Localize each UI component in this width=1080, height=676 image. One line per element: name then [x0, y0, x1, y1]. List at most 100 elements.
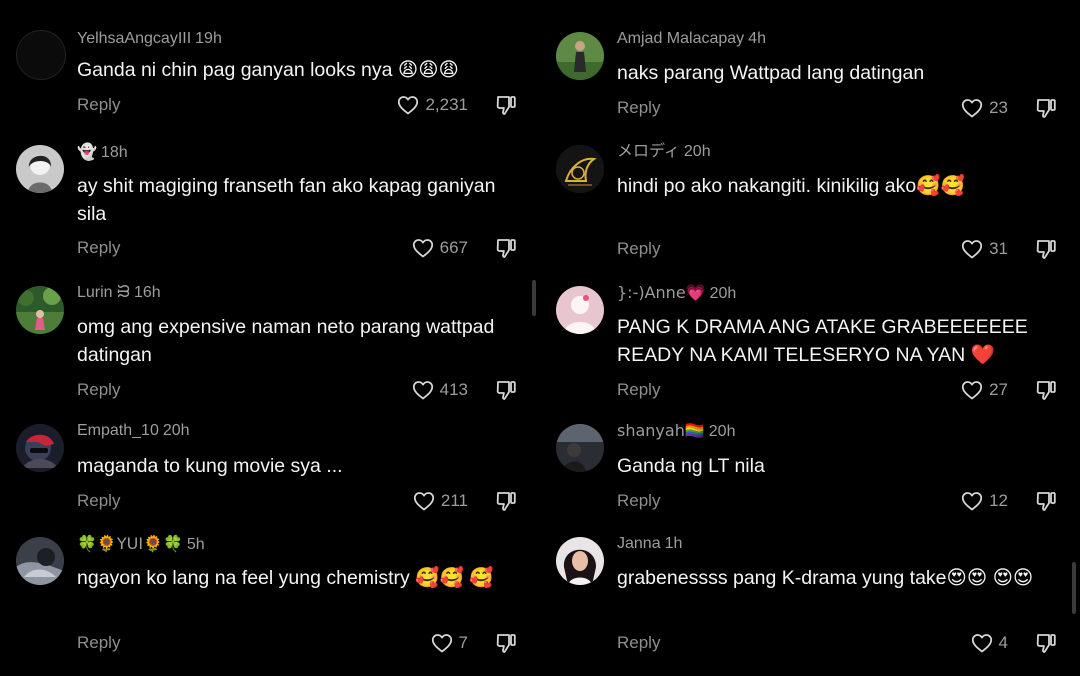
dislike-icon[interactable]	[1034, 489, 1058, 513]
comment-actions: Reply 27	[617, 378, 1062, 402]
username[interactable]: 🍀🌻YUI🌻🍀	[77, 534, 183, 553]
reply-button[interactable]: Reply	[617, 237, 660, 261]
comment-meta: Lurin ᙣ 16h	[77, 282, 161, 304]
reply-button[interactable]: Reply	[617, 631, 660, 655]
like-count: 23	[989, 98, 1008, 117]
left-comment-column: YelhsaAngcayIII 19h Ganda ni chin pag gan…	[0, 0, 540, 676]
reply-button[interactable]: Reply	[77, 93, 120, 117]
like-count: 2,231	[425, 95, 468, 114]
dislike-icon[interactable]	[1034, 378, 1058, 402]
like-button[interactable]: 211	[412, 489, 468, 513]
avatar[interactable]	[556, 32, 604, 80]
timestamp: 4h	[748, 30, 766, 47]
comment-meta: Amjad Malacapay 4h	[617, 28, 766, 50]
right-scrollbar[interactable]	[1072, 562, 1076, 614]
comment-actions: Reply 667	[77, 236, 522, 260]
like-count: 7	[458, 633, 468, 652]
like-button[interactable]: 4	[970, 631, 1008, 655]
comment-actions: Reply 12	[617, 489, 1062, 513]
left-scrollbar[interactable]	[532, 280, 536, 316]
dislike-icon[interactable]	[494, 93, 518, 117]
like-button[interactable]: 23	[960, 96, 1008, 120]
heart-icon	[971, 634, 992, 653]
username[interactable]: Empath_10	[77, 422, 159, 439]
avatar[interactable]	[556, 286, 604, 334]
dislike-icon[interactable]	[494, 378, 518, 402]
reply-button[interactable]: Reply	[77, 631, 120, 655]
comment-text: hindi po ako nakangiti. kinikilig ako🥰🥰	[617, 175, 965, 197]
reply-button[interactable]: Reply	[617, 489, 660, 513]
like-count: 211	[440, 491, 468, 510]
username[interactable]: Janna	[617, 535, 661, 552]
comment-text: ay shit magiging franseth fan ako kapag …	[77, 175, 496, 225]
avatar[interactable]	[16, 537, 64, 585]
heart-icon	[431, 634, 452, 653]
comment-actions: Reply 7	[77, 631, 522, 655]
reply-button[interactable]: Reply	[77, 378, 120, 402]
heart-icon	[961, 99, 983, 118]
like-count: 667	[439, 238, 468, 257]
dislike-icon[interactable]	[1034, 631, 1058, 655]
timestamp: 20h	[683, 143, 711, 160]
comment-text: ngayon ko lang na feel yung chemistry 🥰🥰…	[77, 567, 494, 589]
comment-meta: Empath_10 20h	[77, 420, 190, 442]
heart-icon	[412, 381, 433, 400]
dislike-icon[interactable]	[1034, 96, 1058, 120]
heart-icon	[413, 492, 434, 511]
comment-actions: Reply 2,231	[77, 93, 522, 117]
like-count: 413	[439, 380, 468, 399]
avatar[interactable]	[16, 424, 64, 472]
reply-button[interactable]: Reply	[77, 489, 120, 513]
avatar[interactable]	[16, 286, 64, 334]
timestamp: 5h	[186, 536, 205, 553]
dislike-icon[interactable]	[494, 236, 518, 260]
reply-button[interactable]: Reply	[617, 96, 660, 120]
username[interactable]: Amjad Malacapay	[617, 30, 744, 47]
avatar[interactable]	[16, 145, 64, 193]
comment-actions: Reply 23	[617, 96, 1062, 120]
like-count: 27	[989, 380, 1008, 399]
heart-icon	[398, 96, 419, 115]
timestamp: 16h	[133, 284, 161, 301]
reply-button[interactable]: Reply	[617, 378, 660, 402]
avatar[interactable]	[16, 30, 66, 80]
comment-text: Ganda ni chin pag ganyan looks nya 😩😩😩	[77, 59, 459, 81]
avatar[interactable]	[556, 424, 604, 472]
heart-icon	[412, 239, 433, 258]
comment-text: naks parang Wattpad lang datingan	[617, 62, 925, 84]
like-button[interactable]: 667	[411, 236, 468, 260]
heart-icon	[961, 492, 983, 511]
dislike-icon[interactable]	[494, 489, 518, 513]
username[interactable]: 👻	[77, 142, 97, 161]
comment-actions: Reply 31	[617, 237, 1062, 261]
heart-icon	[961, 381, 983, 400]
username[interactable]: YelhsaAngcayIII	[77, 30, 191, 47]
avatar[interactable]	[556, 145, 604, 193]
like-button[interactable]: 2,231	[396, 93, 468, 117]
comment-text: grabenessss pang K-drama yung take😍😍 😍😍	[617, 567, 1034, 589]
like-button[interactable]: 413	[411, 378, 468, 402]
timestamp: 19h	[195, 30, 222, 47]
heart-icon	[961, 240, 983, 259]
dislike-icon[interactable]	[494, 631, 518, 655]
like-button[interactable]: 27	[960, 378, 1008, 402]
username[interactable]: }:-)Anne💗	[617, 283, 706, 302]
like-button[interactable]: 7	[430, 631, 468, 655]
like-button[interactable]: 31	[960, 237, 1008, 261]
right-comment-column: Amjad Malacapay 4h naks parang Wattpad la…	[540, 0, 1080, 676]
timestamp: 20h	[162, 422, 190, 439]
username[interactable]: shanyah🏳️‍🌈	[617, 421, 705, 440]
username[interactable]: Lurin ᙣ	[77, 284, 130, 301]
timestamp: 20h	[708, 423, 736, 440]
comment-text: Ganda ng LT nila	[617, 455, 765, 477]
comment-actions: Reply 413	[77, 378, 522, 402]
comment-meta: }:-)Anne💗 20h	[617, 282, 736, 304]
dislike-icon[interactable]	[1034, 237, 1058, 261]
comment-text: maganda to kung movie sya ...	[77, 455, 343, 477]
comment-text: PANG K DRAMA ANG ATAKE GRABEEEEEEE READY…	[617, 316, 1028, 366]
username[interactable]: メロディ	[617, 143, 680, 160]
avatar[interactable]	[556, 537, 604, 585]
comment-actions: Reply 4	[617, 631, 1062, 655]
reply-button[interactable]: Reply	[77, 236, 120, 260]
like-button[interactable]: 12	[960, 489, 1008, 513]
